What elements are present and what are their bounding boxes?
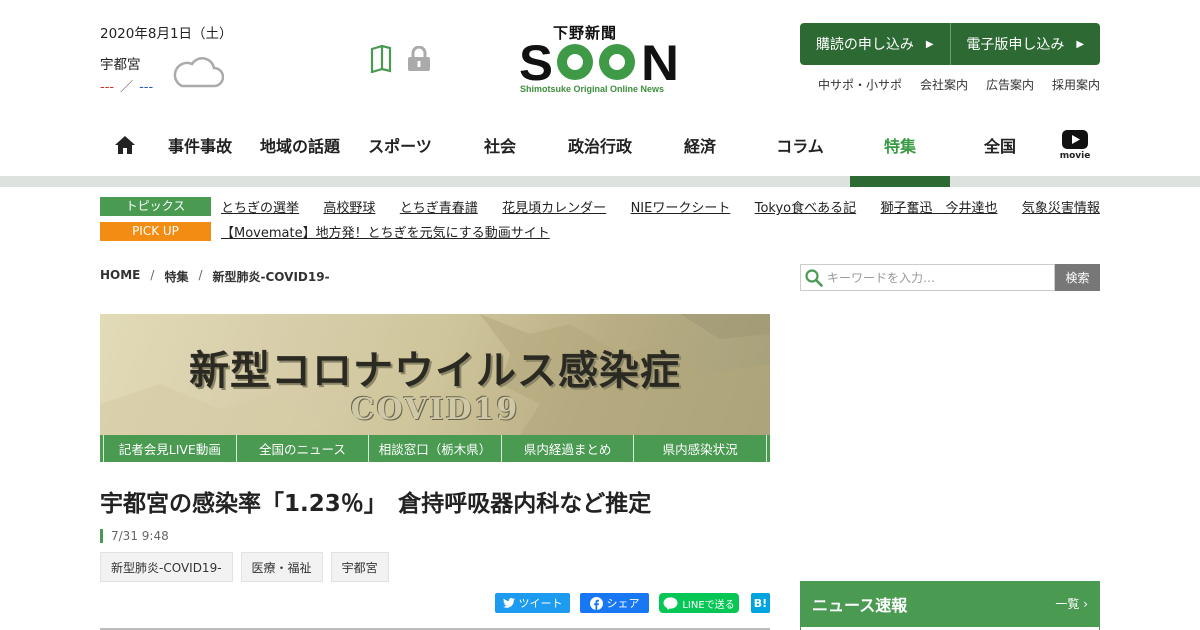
breaking-news-more-link[interactable]: 一覧 › [1055,595,1088,612]
twitter-share-label: ツイート [518,597,563,610]
banner-tab-live[interactable]: 記者会見LIVE動画 [103,435,236,462]
subscribe-button[interactable]: 購読の申し込み ▶ [800,23,950,65]
svg-text:S: S [519,36,553,84]
topic-link[interactable]: 花見頃カレンダー [502,197,606,216]
util-link-company[interactable]: 会社案内 [920,76,968,93]
topic-link[interactable]: とちぎ青春譜 [400,197,478,216]
search-field [800,264,1055,291]
article-tags: 新型肺炎-COVID19- 医療・福祉 宇都宮 [100,552,389,582]
breadcrumb-features[interactable]: 特集 [164,268,188,285]
play-arrow-icon: ▶ [1076,38,1085,50]
nav-active-indicator [850,176,950,187]
topic-link[interactable]: NIEワークシート [631,197,731,216]
temp-low: --- [139,80,154,95]
line-icon [663,596,678,610]
home-icon [115,136,135,154]
breadcrumb-separator: / [150,268,155,282]
search-input[interactable] [827,270,1047,285]
main-nav: 事件事故 地域の話題 スポーツ 社会 政治行政 経済 コラム 特集 全国 mov… [100,125,1100,165]
facebook-share-button[interactable]: シェア [580,593,649,613]
nav-item-sports[interactable]: スポーツ [350,133,450,157]
digital-subscribe-button[interactable]: 電子版申し込み ▶ [949,23,1101,65]
twitter-share-button[interactable]: ツイート [495,593,570,613]
breaking-news-header: ニュース速報 一覧 › [800,581,1100,626]
breadcrumb-separator: / [198,268,203,282]
breaking-news-frame [800,626,1100,630]
nav-item-national[interactable]: 全国 [950,133,1050,157]
topic-links: とちぎの選挙 高校野球 とちぎ青春譜 花見頃カレンダー NIEワークシート To… [221,197,1100,216]
subscribe-label: 購読の申し込み [815,37,914,53]
facebook-share-label: シェア [606,597,640,610]
article-tag[interactable]: 宇都宮 [330,552,389,582]
movie-label: movie [1059,150,1091,161]
line-share-button[interactable]: LINEで送る [659,593,739,613]
pickup-row: PICK UP 【Movemate】地方発！とちぎを元気にする動画サイト [100,222,1100,241]
nav-item-society[interactable]: 社会 [450,133,550,157]
logo-tagline: Shimotsuke Original Online News [520,84,665,94]
banner-subtitle: COVID19 [350,392,520,427]
cloud-icon [173,57,224,88]
nav-home[interactable] [100,135,150,155]
lock-icon[interactable] [407,46,431,72]
breadcrumb-current[interactable]: 新型肺炎-COVID19- [213,268,330,285]
nav-item-local[interactable]: 地域の話題 [250,133,350,157]
utility-links: 中サポ・小サポ 会社案内 広告案内 採用案内 [800,76,1100,93]
article-headline: 宇都宮の感染率「1.23％」 倉持呼吸器内科など推定 [100,491,652,517]
banner-tab-consultation[interactable]: 相談窓口（栃木県） [368,435,501,462]
search-bar: 検索 [800,264,1100,291]
nav-item-features[interactable]: 特集 [850,133,950,157]
util-link-advertising[interactable]: 広告案内 [986,76,1034,93]
banner-tab-national[interactable]: 全国のニュース [235,435,369,462]
topics-label: トピックス [100,197,211,216]
nav-item-column[interactable]: コラム [750,133,850,157]
temp-separator: ／ [120,80,134,95]
banner-title: 新型コロナウイルス感染症 [189,348,681,394]
banner-tab-timeline[interactable]: 県内経過まとめ [500,435,634,462]
news-more-label: 一覧 [1055,597,1080,611]
banner-tabs: 記者会見LIVE動画 全国のニュース 相談窓口（栃木県） 県内経過まとめ 県内感… [100,435,770,462]
weather-city: 宇都宮 [100,57,141,73]
search-button[interactable]: 検索 [1055,264,1100,291]
article-tag[interactable]: 新型肺炎-COVID19- [100,552,233,582]
topic-link[interactable]: とちぎの選挙 [221,197,299,216]
svg-text:N: N [641,36,679,84]
banner-tab-status[interactable]: 県内感染状況 [633,435,767,462]
breadcrumb: HOME / 特集 / 新型肺炎-COVID19- [100,268,330,285]
date-display: 2020年8月1日（土） [100,26,233,42]
pickup-link[interactable]: 【Movemate】地方発！とちぎを元気にする動画サイト [221,222,550,241]
weather-temps: --- ／ --- [100,76,153,95]
article-timestamp: 7/31 9:48 [100,529,169,543]
digital-subscribe-label: 電子版申し込み [966,37,1065,53]
topic-link[interactable]: 高校野球 [323,197,375,216]
nav-item-politics[interactable]: 政治行政 [550,133,650,157]
nav-underline-bar [0,176,1200,187]
pickup-label: PICK UP [100,222,211,241]
util-link-recruit[interactable]: 採用案内 [1052,76,1100,93]
subscription-buttons: 購読の申し込み ▶ 電子版申し込み ▶ [800,23,1100,65]
search-icon [805,268,823,287]
chevron-right-icon: › [1083,597,1088,611]
hatena-bookmark-button[interactable]: B! [751,593,770,613]
topics-row: トピックス とちぎの選挙 高校野球 とちぎ青春譜 花見頃カレンダー NIEワーク… [100,197,1100,216]
breadcrumb-home[interactable]: HOME [100,268,140,285]
temp-high: --- [100,80,115,95]
nav-item-incidents[interactable]: 事件事故 [150,133,250,157]
nav-movie[interactable]: movie [1050,129,1100,161]
breaking-news-title: ニュース速報 [812,595,908,615]
twitter-bird-icon [502,598,515,608]
logo-wordmark: S N [519,36,679,84]
line-share-label: LINEで送る [682,599,735,611]
util-link-support[interactable]: 中サポ・小サポ [818,76,902,93]
topic-link[interactable]: Tokyo食べある記 [755,197,856,216]
book-icon[interactable] [370,45,392,73]
facebook-icon [589,596,603,610]
article-tag[interactable]: 医療・福祉 [240,552,323,582]
topic-link[interactable]: 気象災害情報 [1022,197,1100,216]
play-video-icon [1062,129,1088,149]
play-arrow-icon: ▶ [925,38,934,50]
covid-banner[interactable]: 新型コロナウイルス感染症 COVID19 [100,314,770,435]
topic-link[interactable]: 獅子奮迅 今井達也 [881,197,998,216]
nav-item-economy[interactable]: 経済 [650,133,750,157]
site-logo[interactable]: 下野新聞 S N Shimotsuke Original Online News [519,22,681,98]
